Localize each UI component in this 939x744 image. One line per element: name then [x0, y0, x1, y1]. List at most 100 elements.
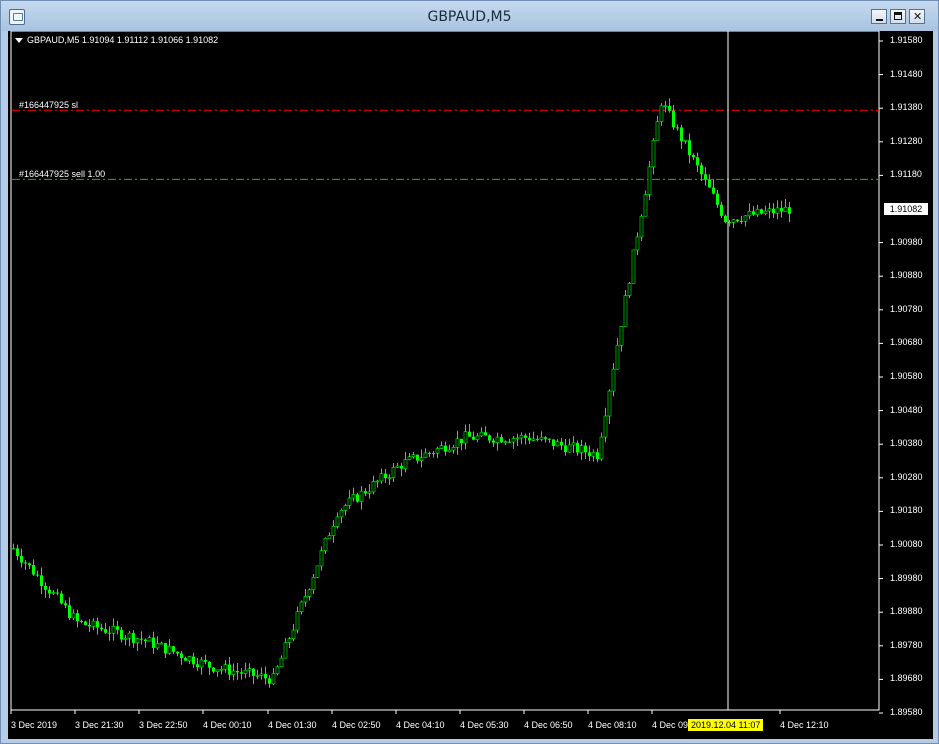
candle — [447, 444, 452, 453]
candle — [243, 662, 248, 679]
candle — [71, 609, 76, 620]
candle — [116, 620, 119, 635]
candle — [579, 439, 584, 460]
candle — [319, 546, 324, 571]
candle — [391, 462, 396, 483]
price-tick-label: 1.91380 — [890, 102, 923, 113]
candle — [720, 201, 723, 218]
time-tick-label: 3 Dec 22:50 — [139, 720, 188, 730]
maximize-button[interactable] — [890, 9, 906, 24]
time-tick-label: 3 Dec 2019 — [11, 720, 58, 730]
candle — [96, 617, 99, 635]
stop-loss-label: #166447925 sl — [19, 100, 79, 110]
candle — [615, 338, 620, 370]
time-tick-label: 3 Dec 21:30 — [75, 720, 124, 730]
candle — [24, 560, 27, 570]
candle — [708, 174, 711, 188]
candle — [120, 627, 123, 643]
candle — [591, 449, 596, 462]
candle — [367, 484, 372, 499]
candle — [307, 588, 312, 601]
candle — [212, 667, 215, 674]
candle — [680, 124, 683, 149]
candle — [419, 449, 424, 468]
candle — [524, 433, 527, 445]
candle — [508, 438, 511, 443]
candle — [264, 666, 267, 685]
candle — [500, 434, 503, 443]
candle — [387, 474, 392, 485]
candle — [475, 432, 480, 443]
candle — [76, 609, 79, 628]
chart-window: GBPAUD,M5 ✕ GBPAUD,M5 1.91094 1.91112 1.… — [0, 0, 939, 744]
candle — [56, 588, 59, 596]
candle — [204, 654, 207, 665]
candle — [180, 650, 183, 665]
chart-canvas[interactable] — [8, 31, 933, 739]
candle — [655, 115, 660, 141]
price-tick-label: 1.89880 — [890, 606, 923, 617]
price-tick-label: 1.90080 — [890, 539, 923, 549]
candle — [40, 567, 43, 595]
candle — [327, 532, 332, 539]
candle — [231, 663, 236, 681]
price-tick-label: 1.90980 — [890, 236, 923, 247]
candle — [607, 389, 612, 424]
candle — [432, 450, 435, 458]
candle — [411, 451, 416, 459]
candle — [104, 622, 107, 634]
candle — [599, 432, 604, 462]
candle — [144, 638, 147, 648]
candle — [736, 219, 739, 223]
candle — [208, 661, 211, 676]
candle — [172, 645, 175, 655]
candle — [571, 436, 576, 453]
minimize-button[interactable] — [871, 9, 887, 24]
candle — [623, 290, 628, 327]
candle — [140, 631, 143, 645]
candle — [339, 508, 344, 524]
candle — [379, 468, 384, 484]
candle — [672, 105, 675, 130]
candle — [351, 487, 356, 502]
price-tick-label: 1.90380 — [890, 438, 923, 449]
candle — [303, 588, 308, 607]
price-chart[interactable]: GBPAUD,M5 1.91094 1.91112 1.91066 1.9108… — [8, 31, 933, 739]
candle — [651, 137, 656, 175]
candle — [268, 675, 271, 688]
candle — [60, 590, 63, 605]
candle — [460, 438, 463, 451]
candle — [48, 586, 51, 599]
title-bar[interactable]: GBPAUD,M5 ✕ — [1, 1, 938, 31]
candle — [659, 103, 664, 126]
symbol-ohlc-text: GBPAUD,M5 1.91094 1.91112 1.91066 1.9108… — [27, 35, 219, 45]
candle — [683, 139, 688, 144]
candle — [44, 582, 47, 598]
candle — [731, 218, 736, 229]
candle — [315, 565, 320, 578]
candle — [80, 619, 83, 624]
candle — [696, 152, 699, 173]
chevron-down-icon[interactable] — [15, 38, 23, 44]
close-button[interactable]: ✕ — [909, 9, 925, 24]
candle — [484, 426, 487, 436]
candle — [184, 656, 187, 661]
candle — [359, 486, 364, 510]
candle — [247, 663, 252, 678]
price-tick-label: 1.91280 — [890, 135, 923, 146]
candle — [775, 200, 780, 220]
price-tick-label: 1.91180 — [890, 169, 922, 180]
candle — [528, 432, 531, 444]
candle — [279, 655, 284, 668]
candle — [755, 204, 760, 217]
time-tick-label: 4 Dec 12:10 — [780, 720, 829, 730]
candle — [515, 433, 520, 446]
candle — [555, 439, 560, 447]
candle — [631, 249, 636, 284]
candle — [108, 626, 111, 641]
candle — [668, 98, 671, 113]
candle — [439, 441, 444, 450]
window-title: GBPAUD,M5 — [427, 9, 512, 25]
candle — [435, 446, 440, 459]
candle — [747, 203, 752, 220]
